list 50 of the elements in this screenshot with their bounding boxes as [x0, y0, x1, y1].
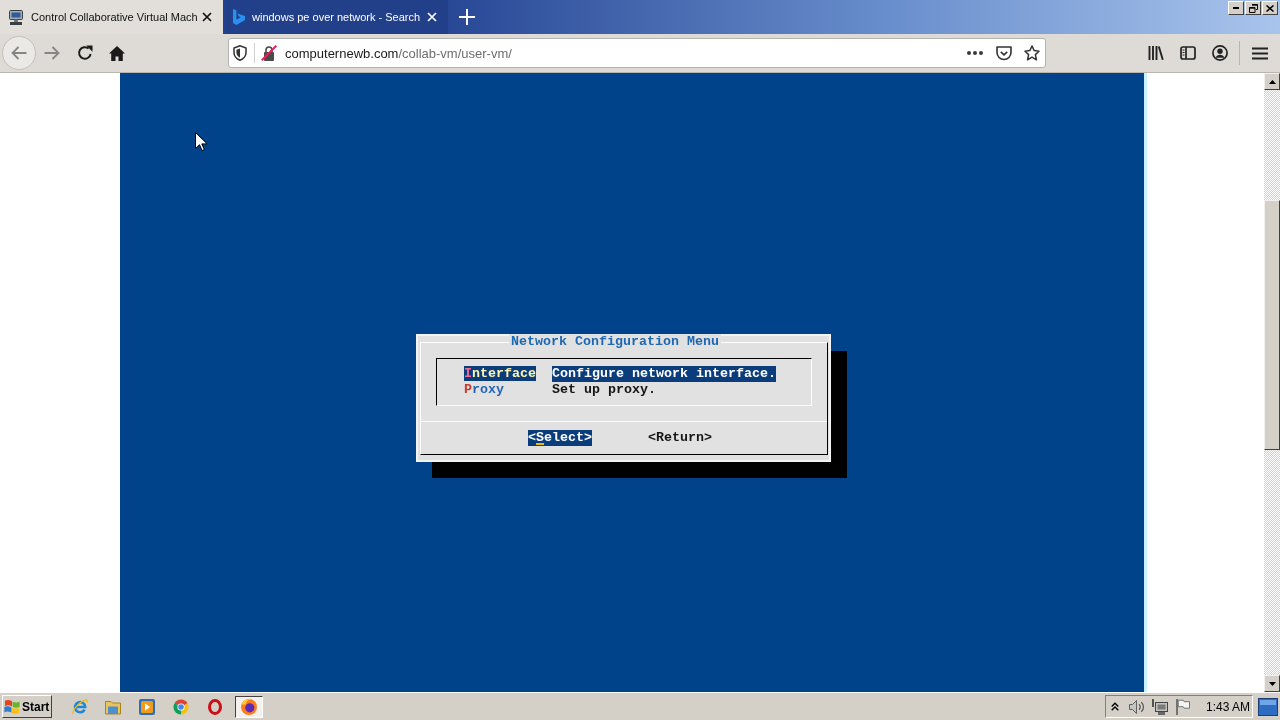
shield-icon[interactable]: [233, 45, 247, 61]
desktop-icon[interactable]: [1258, 697, 1278, 716]
reload-icon[interactable]: [77, 45, 93, 61]
lock-slash-icon[interactable]: [261, 45, 277, 61]
logo-icon: [233, 9, 245, 25]
restore-icon: [1248, 3, 1258, 13]
mouse-cursor-icon: [195, 132, 207, 151]
scroll-down-button[interactable]: [1264, 675, 1280, 692]
close-icon[interactable]: [202, 12, 212, 22]
play-icon[interactable]: [139, 698, 156, 715]
arrow-right-icon[interactable]: [44, 46, 60, 60]
network-icon[interactable]: [1151, 698, 1168, 715]
plus-icon[interactable]: [459, 9, 475, 25]
flag-icon[interactable]: [1175, 698, 1190, 715]
address-bar[interactable]: computernewb.com/collab-vm/user-vm/: [228, 38, 1046, 68]
browser-tab[interactable]: Control Collaborative Virtual Mach: [0, 0, 223, 34]
dialog-button[interactable]: <Return>: [648, 430, 712, 446]
segmented-circle-icon[interactable]: [173, 698, 190, 715]
close-button[interactable]: [1262, 1, 1278, 15]
flame-circle-icon: [241, 698, 258, 715]
dialog-button[interactable]: <Select>: [528, 430, 592, 446]
triangle-up-icon: [1268, 79, 1276, 84]
user-circle-icon[interactable]: [1212, 45, 1228, 61]
dialog-title: Network Configuration Menu: [509, 334, 721, 350]
clock-text: 1:43 AM: [1205, 699, 1250, 714]
close-icon: [1266, 4, 1274, 12]
start-button[interactable]: Start: [2, 695, 53, 718]
menu-icon[interactable]: [1252, 46, 1268, 60]
taskbar-button[interactable]: [235, 695, 264, 718]
arrow-left-icon: [11, 46, 27, 60]
menu-item[interactable]: Proxy Set up proxy.: [464, 382, 656, 398]
speaker-icon[interactable]: [1128, 699, 1145, 714]
home-icon[interactable]: [109, 45, 125, 61]
chevron-badge-icon[interactable]: [996, 45, 1012, 61]
triangle-down-icon: [1268, 681, 1276, 686]
sidebar-icon[interactable]: [1180, 46, 1196, 60]
books-icon[interactable]: [1148, 46, 1164, 60]
windows-flag-icon: [4, 699, 20, 714]
chevron-up-icon[interactable]: [1110, 702, 1119, 711]
computer-icon: [8, 9, 24, 25]
scroll-up-button[interactable]: [1264, 73, 1280, 90]
browser-tab[interactable]: windows pe over network - Search: [225, 0, 448, 34]
minimize-button[interactable]: [1228, 1, 1244, 15]
back-button[interactable]: [2, 36, 36, 70]
minimize-icon: [1233, 7, 1239, 9]
scrollbar-thumb[interactable]: [1264, 200, 1280, 450]
star-icon[interactable]: [1024, 45, 1040, 61]
more-icon[interactable]: [967, 51, 983, 55]
restore-button[interactable]: [1245, 1, 1261, 15]
ring-icon[interactable]: [207, 698, 224, 715]
